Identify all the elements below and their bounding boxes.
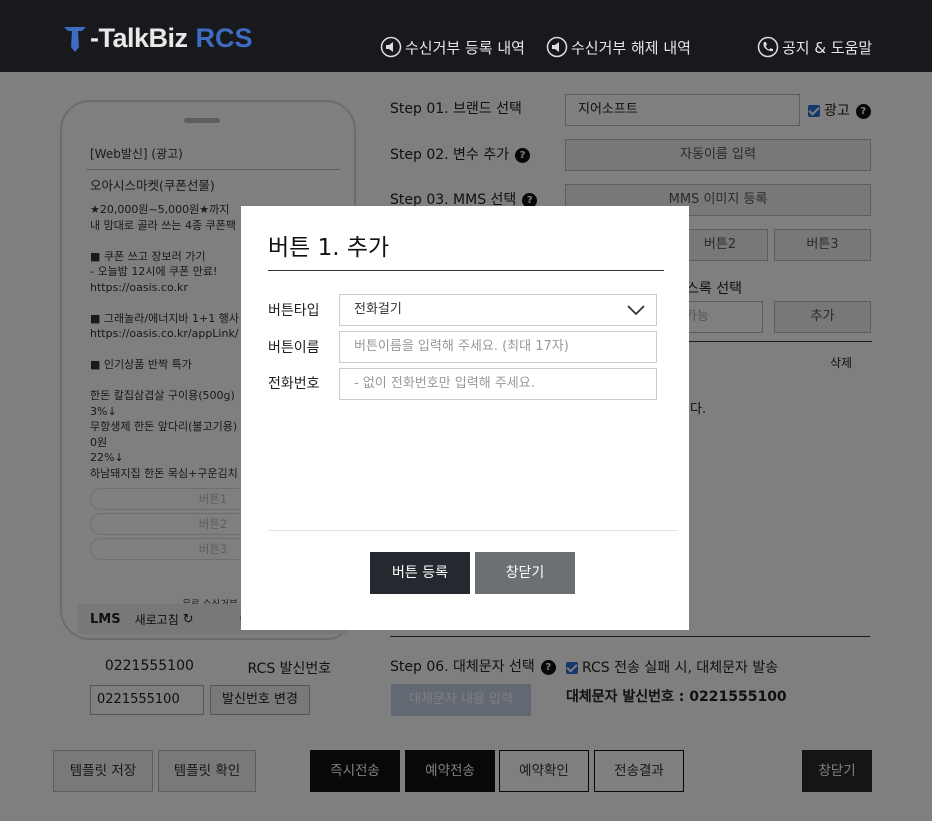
logo-text: -TalkBiz xyxy=(90,22,188,53)
logo-tie-icon xyxy=(64,27,86,52)
register-button[interactable]: 버튼 등록 xyxy=(370,552,470,594)
button-name-input[interactable]: 버튼이름을 입력해 주세요. (최대 17자) xyxy=(339,331,657,363)
app-header: -TalkBiz RCS 수신거부 등록 내역 수신거부 해제 내역 공지 & … xyxy=(0,0,932,72)
add-button-modal: 버튼 1. 추가 버튼타입 전화걸기 버튼이름 버튼이름을 입력해 주세요. (… xyxy=(241,206,689,630)
notice-help-link[interactable]: 공지 & 도움말 xyxy=(757,36,872,58)
modal-close-button[interactable]: 창닫기 xyxy=(475,552,575,594)
notice-help-label: 공지 & 도움말 xyxy=(782,38,873,57)
logo-rcs: RCS xyxy=(195,22,253,53)
optout-release-label: 수신거부 해제 내역 xyxy=(571,38,691,57)
button-type-label: 버튼타입 xyxy=(268,303,320,319)
modal-title: 버튼 1. 추가 xyxy=(268,235,390,261)
button-type-value: 전화걸기 xyxy=(354,302,402,317)
logo[interactable]: -TalkBiz RCS xyxy=(62,18,253,58)
optout-register-link[interactable]: 수신거부 등록 내역 xyxy=(380,36,525,58)
optout-register-label: 수신거부 등록 내역 xyxy=(405,38,525,57)
phone-number-label: 전화번호 xyxy=(268,376,320,392)
button-type-select[interactable]: 전화걸기 xyxy=(339,294,657,326)
speaker-icon xyxy=(546,36,568,58)
phone-number-input[interactable]: - 없이 전화번호만 입력해 주세요. xyxy=(339,368,657,400)
optout-release-link[interactable]: 수신거부 해제 내역 xyxy=(546,36,691,58)
modal-title-rule xyxy=(268,270,664,271)
button-name-label: 버튼이름 xyxy=(268,340,320,356)
speaker-icon xyxy=(380,36,402,58)
modal-footer-divider xyxy=(268,530,678,531)
phone-icon xyxy=(757,36,779,58)
chevron-down-icon xyxy=(627,305,645,316)
